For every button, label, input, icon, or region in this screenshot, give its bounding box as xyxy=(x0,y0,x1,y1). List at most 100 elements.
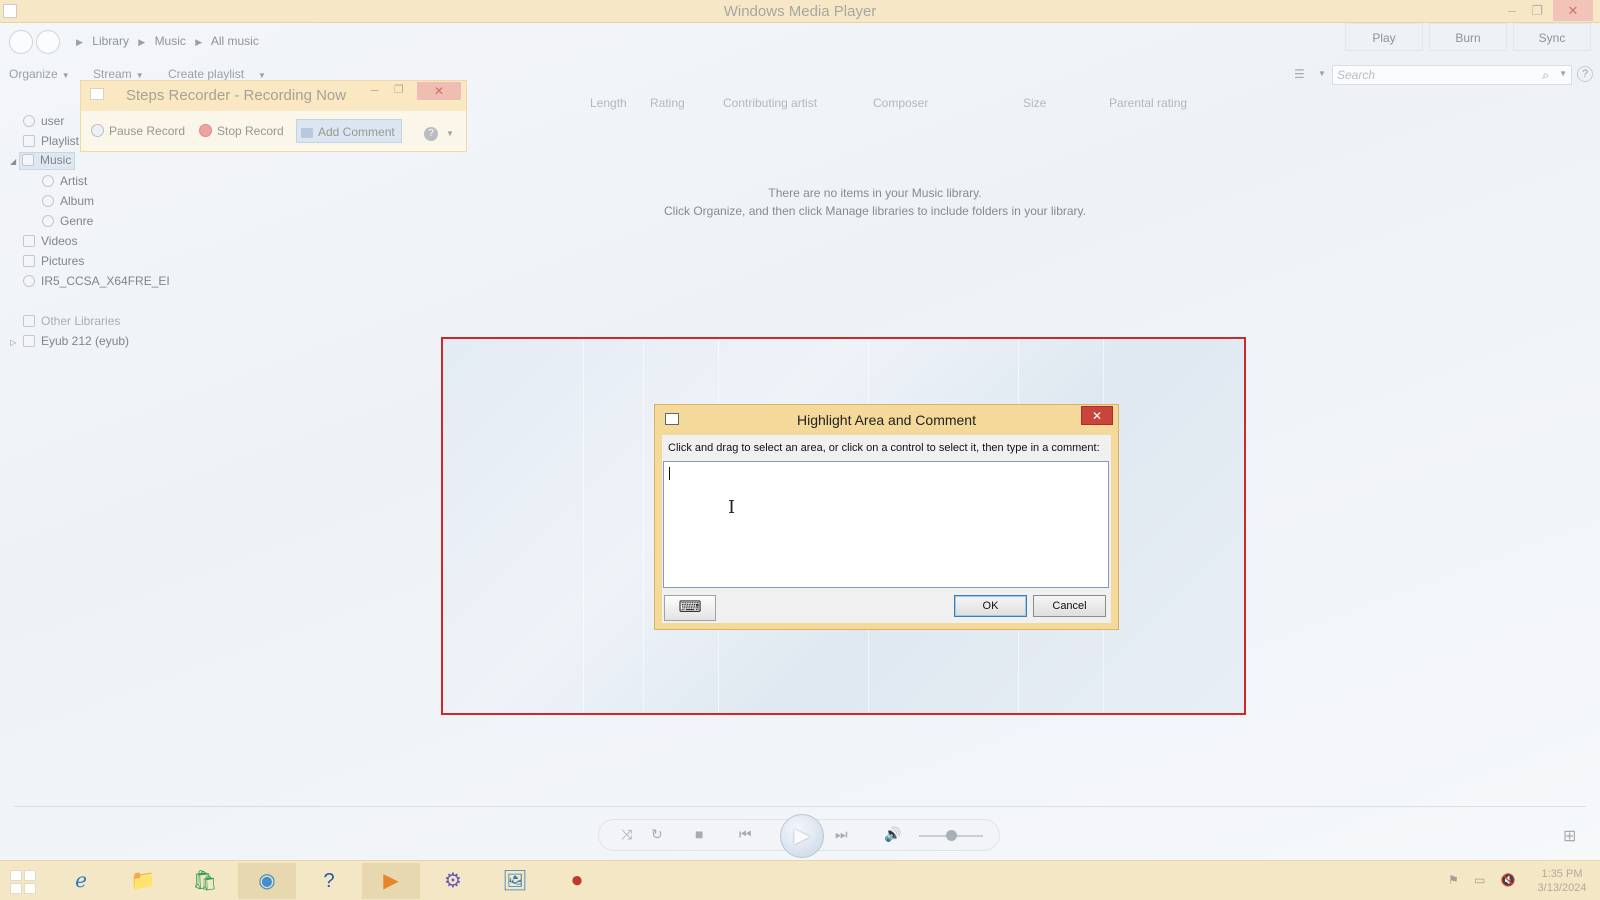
steps-recorder-window[interactable]: Steps Recorder - Recording Now – ❐ ✕ Pau… xyxy=(80,80,467,152)
next-icon[interactable]: ⏭ xyxy=(835,826,848,843)
system-tray: ⚑ ▭ 🔇 xyxy=(1448,873,1528,887)
column-contributing-artist[interactable]: Contributing artist xyxy=(723,96,817,110)
stop-icon xyxy=(199,124,212,137)
taskbar-steps-recorder-icon[interactable]: ⏺ xyxy=(548,863,606,899)
nav-item-other-libraries[interactable]: Other Libraries xyxy=(23,314,120,332)
dialog-close-button[interactable]: ✕ xyxy=(1081,406,1113,425)
stop-icon[interactable]: ■ xyxy=(695,826,703,842)
cancel-button[interactable]: Cancel xyxy=(1033,595,1106,617)
chevron-down-icon[interactable]: ▼ xyxy=(446,129,454,138)
ok-button[interactable]: OK xyxy=(954,595,1027,617)
stop-record-button[interactable]: Stop Record xyxy=(199,119,284,143)
close-button[interactable]: ✕ xyxy=(417,82,461,100)
repeat-icon[interactable]: ↻ xyxy=(651,826,663,843)
taskbar-photos-icon[interactable]: 🖼 xyxy=(486,863,544,899)
maximize-button[interactable]: ❐ xyxy=(1522,0,1552,21)
maximize-button[interactable]: ❐ xyxy=(394,83,404,96)
column-composer[interactable]: Composer xyxy=(873,96,928,110)
taskbar-ie-icon[interactable]: ℯ xyxy=(52,863,110,899)
taskbar-media-player-icon[interactable]: ▶ xyxy=(362,863,420,899)
dialog-instruction: Click and drag to select an area, or cli… xyxy=(668,442,1100,454)
column-size[interactable]: Size xyxy=(1023,96,1046,110)
tab-burn[interactable]: Burn xyxy=(1429,23,1507,51)
help-icon[interactable]: ? xyxy=(424,127,438,141)
address-bar: ▶ Library ▶ Music ▶ All music Play Burn … xyxy=(0,23,1600,58)
nav-label: Music xyxy=(40,153,72,167)
volume-icon[interactable]: 🔊 xyxy=(884,826,901,843)
shuffle-icon[interactable]: ⤨ xyxy=(621,826,632,843)
nav-label: Playlist xyxy=(41,134,80,148)
chevron-down-icon[interactable]: ▼ xyxy=(1559,69,1567,78)
tab-play[interactable]: Play xyxy=(1345,23,1423,51)
seek-bar[interactable] xyxy=(14,806,1586,807)
nav-item-remote-library[interactable]: Eyub 212 (eyub) xyxy=(23,334,129,352)
column-length[interactable]: Length xyxy=(590,96,627,110)
expand-arrow-icon[interactable]: ▷ xyxy=(10,338,16,347)
organize-menu[interactable]: Organize ▼ xyxy=(9,67,70,81)
breadcrumb-library[interactable]: Library xyxy=(92,34,129,48)
volume-slider-handle[interactable] xyxy=(946,830,957,841)
nav-label: Videos xyxy=(41,234,78,248)
playlist-icon xyxy=(23,135,35,147)
steps-recorder-icon xyxy=(90,88,104,100)
nav-item-music[interactable]: Music xyxy=(19,152,76,170)
library-icon xyxy=(23,315,35,327)
taskbar-store-icon[interactable]: 🛍 xyxy=(176,863,234,899)
create-playlist-menu[interactable]: Create playlist ▼ xyxy=(168,67,266,81)
dialog-title: Highlight Area and Comment xyxy=(797,412,976,428)
expand-arrow-icon[interactable]: ◢ xyxy=(10,157,16,166)
nav-item-genre[interactable]: Genre xyxy=(42,214,93,232)
column-parental-rating[interactable]: Parental rating xyxy=(1109,96,1187,110)
chevron-down-icon[interactable]: ▼ xyxy=(1318,69,1326,78)
volume-mute-icon[interactable]: 🔇 xyxy=(1501,873,1516,887)
library-icon xyxy=(23,335,35,347)
search-placeholder: Search xyxy=(1337,68,1376,82)
nav-label: user xyxy=(41,114,65,128)
switch-to-now-playing-icon[interactable]: ⊞ xyxy=(1563,826,1576,846)
nav-item-pictures[interactable]: Pictures xyxy=(23,254,84,272)
video-icon xyxy=(23,235,35,247)
close-button[interactable]: ✕ xyxy=(1553,0,1593,21)
keyboard-icon[interactable]: ⌨ xyxy=(664,595,716,621)
minimize-button[interactable]: – xyxy=(371,82,378,97)
column-rating[interactable]: Rating xyxy=(650,96,685,110)
highlight-comment-dialog: Highlight Area and Comment ✕ Click and d… xyxy=(654,404,1119,630)
play-button[interactable]: ▶ xyxy=(780,814,824,858)
network-icon[interactable]: ▭ xyxy=(1474,873,1485,887)
tab-sync[interactable]: Sync xyxy=(1513,23,1591,51)
nav-item-videos[interactable]: Videos xyxy=(23,234,77,252)
nav-item-user[interactable]: user xyxy=(23,114,64,132)
stop-record-label: Stop Record xyxy=(217,124,284,138)
search-input[interactable]: Search ⌕ ▼ xyxy=(1332,65,1572,85)
clock-date: 3/13/2024 xyxy=(1537,882,1587,894)
previous-icon[interactable]: ⏮ xyxy=(739,826,752,843)
nav-item-playlists[interactable]: Playlist xyxy=(23,134,79,152)
help-icon[interactable]: ? xyxy=(1577,66,1593,82)
stream-menu[interactable]: Stream ▼ xyxy=(93,67,144,81)
clock[interactable]: 1:35 PM 3/13/2024 xyxy=(1532,867,1592,895)
nav-item-album[interactable]: Album xyxy=(42,194,94,212)
taskbar-settings-icon[interactable]: ⚙ xyxy=(424,863,482,899)
playback-controls: ⤨ ↻ ■ ⏮ ▶ ⏭ 🔊 xyxy=(598,814,1000,858)
music-note-icon xyxy=(22,154,34,166)
search-icon[interactable]: ⌕ xyxy=(1542,68,1549,83)
add-comment-button[interactable]: Add Comment xyxy=(296,119,402,143)
nav-label: Pictures xyxy=(41,254,85,268)
disc-icon xyxy=(23,275,35,287)
view-options-icon[interactable]: ☰ xyxy=(1294,67,1305,81)
start-button[interactable] xyxy=(10,870,36,894)
pause-record-button[interactable]: Pause Record xyxy=(91,119,185,143)
taskbar-explorer-icon[interactable]: 📁 xyxy=(114,863,172,899)
breadcrumb-music[interactable]: Music xyxy=(155,34,186,48)
nav-item-disc[interactable]: IR5_CCSA_X64FRE_EI xyxy=(23,274,170,292)
taskbar-chrome-icon[interactable]: ◉ xyxy=(238,863,296,899)
nav-item-artist[interactable]: Artist xyxy=(42,174,87,192)
pause-icon xyxy=(91,124,104,137)
nav-label: Eyub 212 (eyub) xyxy=(41,334,130,348)
back-button[interactable] xyxy=(9,30,33,54)
flag-icon[interactable]: ⚑ xyxy=(1448,873,1459,887)
breadcrumb-all-music[interactable]: All music xyxy=(211,34,259,48)
taskbar-help-icon[interactable]: ? xyxy=(300,863,358,899)
forward-button[interactable] xyxy=(36,30,60,54)
comment-textarea[interactable] xyxy=(663,461,1109,588)
